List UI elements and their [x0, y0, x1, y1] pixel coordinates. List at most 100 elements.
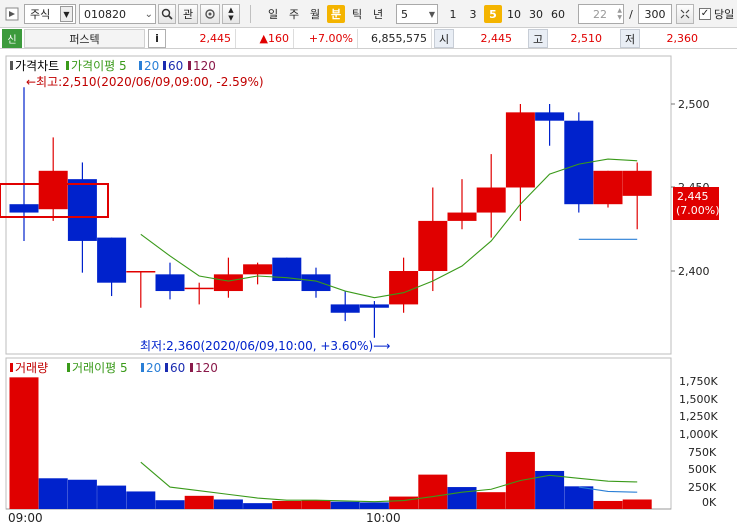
trade-volume: 6,855,575 [360, 29, 432, 48]
volume-tick-1000k: 1,000K [679, 428, 718, 441]
settings-icon [205, 9, 215, 19]
volume-bar [564, 486, 594, 509]
arrow-up-icon[interactable]: ▲ [228, 6, 233, 14]
period-tick[interactable]: 틱 [348, 5, 366, 23]
volume-bar [272, 500, 302, 509]
period-year[interactable]: 년 [369, 5, 387, 23]
volume-legend-title: 거래량 [15, 361, 48, 375]
chevron-down-icon: ▼ [428, 9, 435, 19]
low-label: 저 [620, 29, 640, 48]
market-select-value: 주식 [30, 8, 51, 21]
arrow-down-icon[interactable]: ▼ [228, 14, 233, 22]
minute-1[interactable]: 1 [444, 5, 462, 23]
volume-bar [213, 499, 243, 509]
candle-body [97, 237, 127, 283]
low-value: 2,360 [666, 32, 699, 45]
volume-bar [38, 478, 68, 509]
high-annotation: ←최고:2,510(2020/06/09,09:00, -2.59%) [26, 75, 264, 89]
price-tick-2400: 2,400 [678, 265, 710, 278]
candle-body [418, 220, 448, 271]
shrink-button[interactable] [676, 4, 694, 24]
volume-bar [126, 491, 156, 509]
volume-bar [67, 479, 97, 509]
volume-bar [184, 495, 214, 509]
volume-tick-1500k: 1,500K [679, 393, 718, 406]
prev-next-stepper[interactable]: ▲ ▼ [222, 4, 240, 24]
search-button[interactable] [158, 4, 176, 24]
period-minute[interactable]: 분 [327, 5, 345, 23]
candle-body [301, 274, 331, 292]
candle-body [359, 304, 389, 308]
window-menu-icon[interactable] [2, 4, 22, 24]
search-icon [161, 8, 173, 20]
x-label-1000: 10:00 [366, 511, 401, 525]
period-day[interactable]: 일 [264, 5, 282, 23]
code-dropdown-icon[interactable]: ⌄ [145, 9, 153, 20]
candle-body [67, 179, 97, 241]
volume-bar [389, 496, 419, 509]
volume-bar [97, 485, 127, 509]
volume-bar [9, 377, 39, 509]
related-button[interactable]: 관 [178, 4, 198, 24]
volume-y-axis: 1,750K 1,500K 1,250K 1,000K 750K 500K 25… [679, 375, 718, 509]
count-value: 22 [593, 7, 607, 21]
toolbar-divider [250, 5, 251, 23]
current-price-tag: 2,445 (7.00%) [673, 187, 720, 220]
count-total: 300 [638, 4, 672, 24]
toolbar: 주식 ▼ 010820 ⌄ 관 ▲ ▼ 일 주 월 분 틱 년 5 ▼ 1 3 5… [0, 0, 737, 28]
open-label: 시 [434, 29, 454, 48]
market-select[interactable]: 주식 ▼ [24, 4, 76, 24]
interval-select[interactable]: 5 ▼ [396, 4, 438, 24]
chevron-down-icon: ▼ [60, 6, 73, 22]
period-month[interactable]: 월 [306, 5, 324, 23]
chart-area[interactable]: 가격차트 가격이평 5 20 60 120 ←최고:2,510(2020/06/… [0, 50, 737, 527]
count-spin-icon[interactable]: ▲ ▼ [617, 7, 622, 21]
minute-60[interactable]: 60 [548, 5, 568, 23]
volume-legend-ma60: 60 [170, 361, 185, 375]
current-price-tag-value: 2,445 [677, 190, 709, 203]
candle-body [505, 112, 535, 188]
volume-tick-750k: 750K [688, 446, 717, 459]
candle-body [126, 271, 156, 273]
volume-legend-ma120: 120 [195, 361, 218, 375]
chart-canvas[interactable]: 가격차트 가격이평 5 20 60 120 ←최고:2,510(2020/06/… [0, 50, 737, 527]
volume-bar [243, 503, 273, 509]
candle-body [593, 170, 623, 205]
candle-body [389, 271, 419, 305]
info-button[interactable]: i [148, 29, 166, 48]
minute-30[interactable]: 30 [526, 5, 546, 23]
interval-value: 5 [401, 7, 408, 21]
candle-body [476, 187, 506, 213]
volume-tick-1250k: 1,250K [679, 410, 718, 423]
current-price: 2,445 [172, 29, 236, 48]
volume-bar [301, 500, 331, 509]
x-label-0900: 09:00 [8, 511, 43, 525]
check-icon[interactable]: ✓ [699, 8, 711, 20]
price-legend-title: 가격차트 [15, 59, 59, 73]
minute-3[interactable]: 3 [464, 5, 482, 23]
favorite-button[interactable] [200, 4, 220, 24]
candle-body [155, 274, 185, 292]
stock-code-input[interactable]: 010820 ⌄ [79, 4, 156, 24]
period-week[interactable]: 주 [285, 5, 303, 23]
volume-tick-250k: 250K [688, 481, 717, 494]
candle-body [9, 204, 39, 213]
volume-bar [359, 502, 389, 509]
price-legend-ma120: 120 [193, 59, 216, 73]
minute-10[interactable]: 10 [504, 5, 524, 23]
candle-body [330, 304, 360, 313]
price-change: ▲160 [238, 29, 294, 48]
minute-5[interactable]: 5 [484, 5, 502, 23]
count-separator: / [629, 7, 633, 21]
volume-tick-0k: 0K [702, 496, 717, 509]
volume-bar [418, 474, 448, 509]
stock-code-value: 010820 [84, 7, 126, 21]
today-checkbox[interactable]: ✓ 당일 [699, 4, 737, 24]
price-legend-ma60: 60 [168, 59, 183, 73]
high-value: 2,510 [570, 32, 603, 45]
volume-legend-ma20: 20 [146, 361, 161, 375]
current-price-tag-rate: (7.00%) [676, 204, 720, 217]
volume-bar [593, 500, 623, 509]
count-stepper[interactable]: 22 ▲ ▼ [578, 4, 624, 24]
volume-legend-ma5: 거래이평 5 [72, 361, 128, 375]
